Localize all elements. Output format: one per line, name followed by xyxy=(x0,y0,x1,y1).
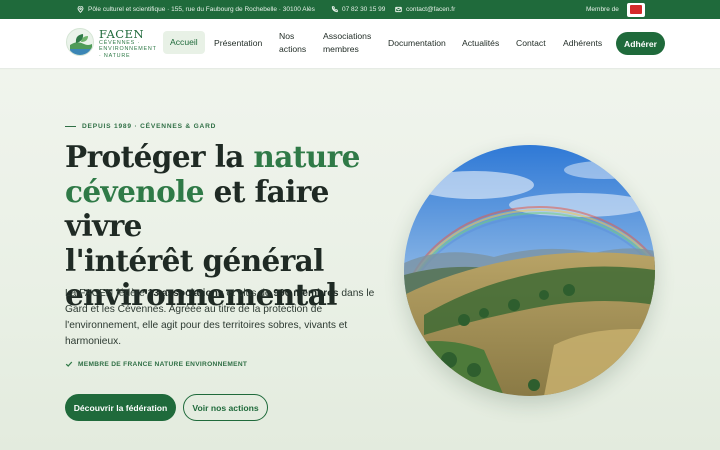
nav-item-associations[interactable]: Associations membres xyxy=(323,30,371,56)
logo-leaf-icon xyxy=(70,34,92,55)
fne-membership-badge: MEMBRE DE FRANCE NATURE ENVIRONNEMENT xyxy=(65,360,247,368)
site-header: FACEN CÉVENNES · ENVIRONNEMENT · NATURE … xyxy=(0,19,720,69)
fne-logo-mark xyxy=(629,5,642,14)
address-text: Pôle culturel et scientifique · 155, rue… xyxy=(88,6,315,13)
member-of: Membre de xyxy=(586,0,645,19)
eyebrow-text: DEPUIS 1989 · CÉVENNES & GARD xyxy=(82,123,217,130)
address-item: Pôle culturel et scientifique · 155, rue… xyxy=(77,0,315,19)
hero-eyebrow: DEPUIS 1989 · CÉVENNES & GARD xyxy=(65,123,216,130)
headline-accent-1: nature xyxy=(253,139,360,174)
discover-federation-button[interactable]: Découvrir la fédération xyxy=(65,394,176,421)
headline-accent-2: cévenole xyxy=(65,173,205,209)
headline-part-3: l'intérêt général xyxy=(65,242,324,278)
email-item[interactable]: contact@facen.fr xyxy=(395,0,455,19)
nav-item-associations-line1: Associations xyxy=(323,31,372,41)
nav-item-nos-actions-line2: actions xyxy=(279,44,307,54)
join-button[interactable]: Adhérer xyxy=(616,32,665,55)
nav-item-actualites[interactable]: Actualités xyxy=(462,37,499,50)
nav-item-accueil[interactable]: Accueil xyxy=(163,31,205,54)
hero-lead: La FACEN fédère 13 associations et plus … xyxy=(65,286,375,350)
map-pin-icon xyxy=(77,6,84,13)
logo-text: FACEN CÉVENNES · ENVIRONNEMENT · NATURE xyxy=(99,28,157,59)
nav-item-nos-actions[interactable]: Nos actions xyxy=(279,30,306,56)
nav-item-contact[interactable]: Contact xyxy=(516,37,546,50)
badge-text: MEMBRE DE FRANCE NATURE ENVIRONNEMENT xyxy=(78,360,248,368)
brand-tagline-2: ENVIRONNEMENT xyxy=(99,46,157,53)
nav-item-nos-actions-line1: Nos xyxy=(279,31,295,41)
phone-link[interactable]: 07 82 30 15 99 xyxy=(342,6,385,13)
fne-logo[interactable] xyxy=(626,2,645,17)
email-link[interactable]: contact@facen.fr xyxy=(406,6,455,13)
lead-part-2: et plus de xyxy=(223,288,274,299)
hero-landscape-photo xyxy=(404,145,655,396)
site-logo[interactable]: FACEN CÉVENNES · ENVIRONNEMENT · NATURE xyxy=(66,28,157,59)
nav-item-documentation[interactable]: Documentation xyxy=(388,37,446,50)
brand-tagline-3: · NATURE xyxy=(99,52,131,59)
member-label: Membre de xyxy=(586,6,619,13)
nav-item-presentation[interactable]: Présentation xyxy=(214,37,262,50)
phone-icon xyxy=(331,6,338,13)
lead-part-1: La FACEN fédère xyxy=(65,288,148,299)
brand-name: FACEN xyxy=(99,27,145,41)
rainbow-landscape-image xyxy=(404,145,655,396)
lead-members-count: 900 membres xyxy=(273,288,339,299)
phone-item[interactable]: 07 82 30 15 99 xyxy=(331,0,385,19)
eyebrow-divider xyxy=(65,126,76,127)
headline-part-1: Protéger la xyxy=(65,139,254,174)
nav-item-associations-line2: membres xyxy=(323,44,359,54)
logo-emblem xyxy=(66,28,94,56)
see-actions-button[interactable]: Voir nos actions xyxy=(183,394,268,421)
mail-icon xyxy=(395,6,402,13)
nav-item-adherents[interactable]: Adhérents xyxy=(563,37,602,50)
lead-associations-count: 13 associations xyxy=(147,288,224,299)
top-info-bar: Pôle culturel et scientifique · 155, rue… xyxy=(0,0,720,19)
check-icon xyxy=(65,361,73,367)
